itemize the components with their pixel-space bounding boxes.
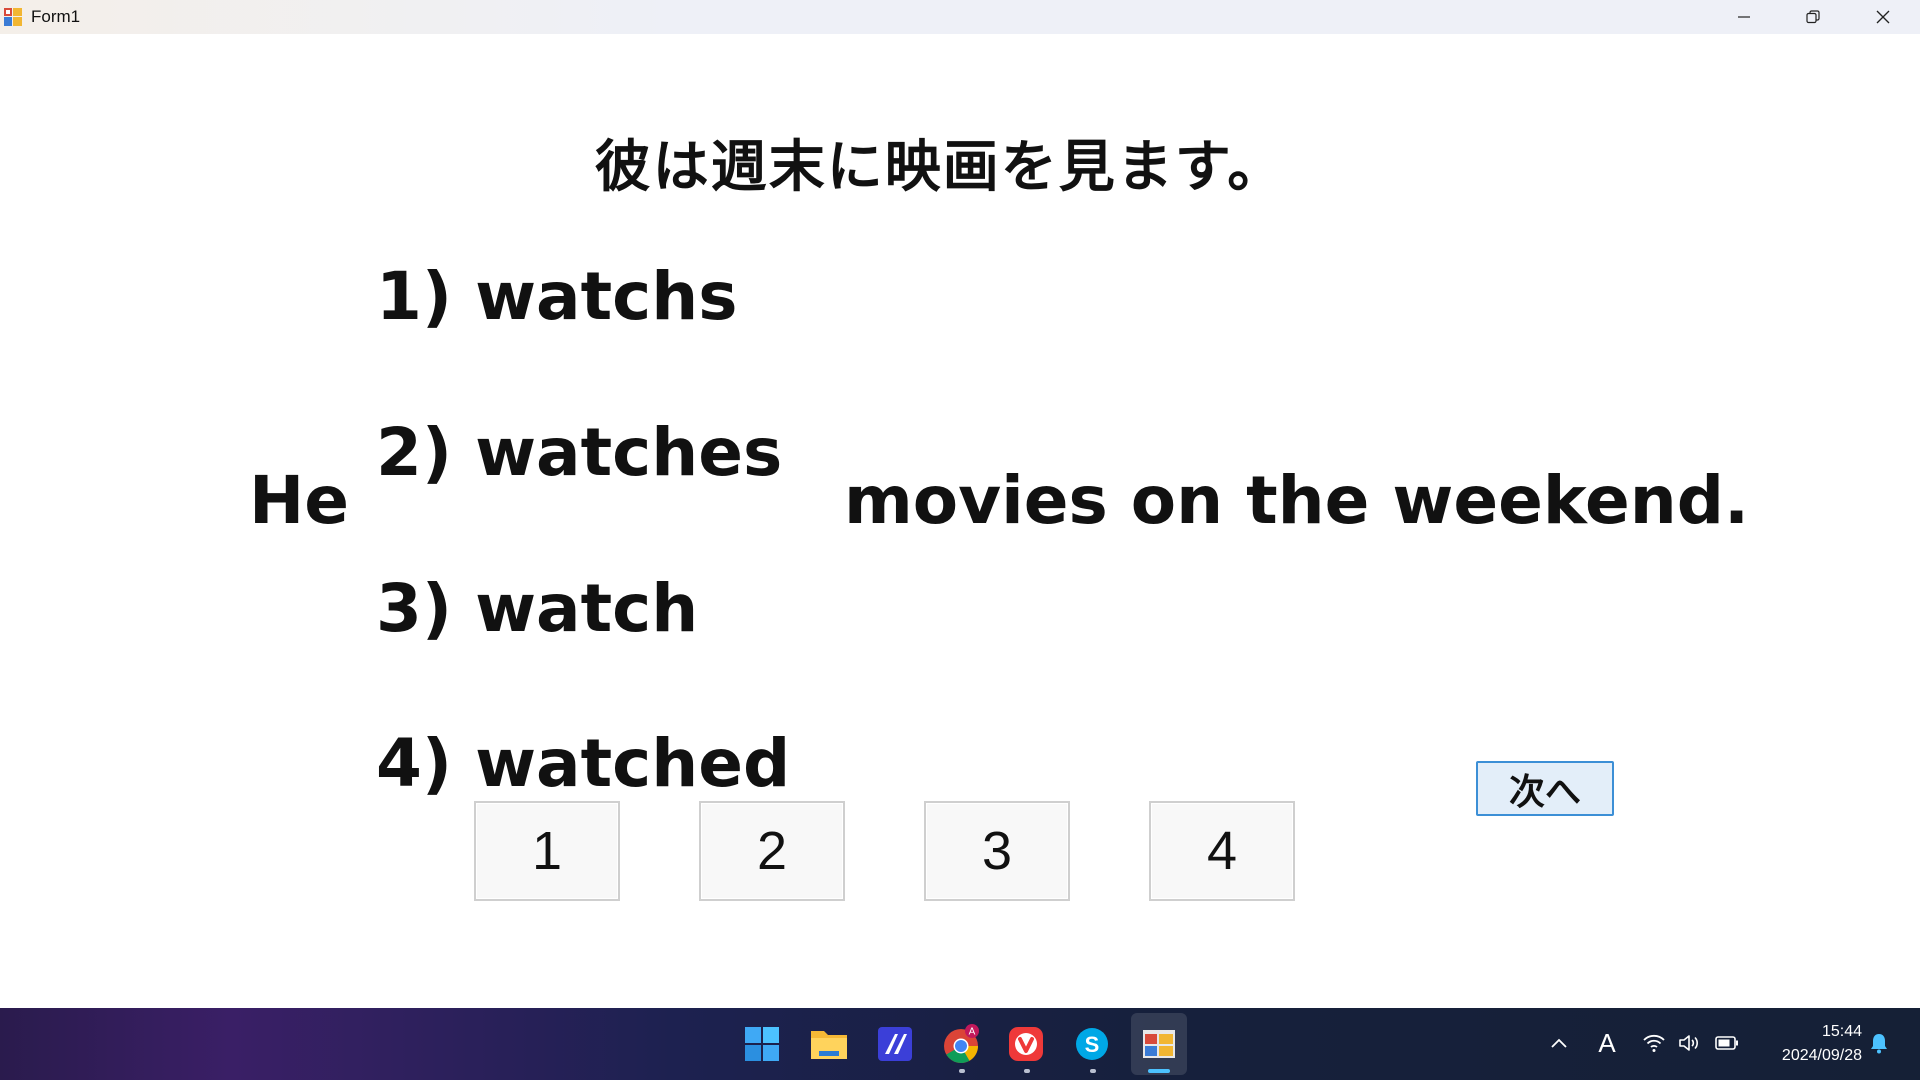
choice-1-text: watchs: [475, 258, 738, 335]
battery-icon[interactable]: [1713, 1028, 1741, 1058]
notification-bell-icon[interactable]: [1866, 1028, 1892, 1058]
choice-2-number: 2): [376, 414, 453, 491]
choice-3: 3) watch: [376, 570, 698, 647]
show-hidden-icons-chevron-icon[interactable]: [1547, 1028, 1571, 1058]
skype-icon[interactable]: S: [1070, 1022, 1114, 1066]
taskbar-clock[interactable]: 15:44 2024/09/28: [1752, 1020, 1862, 1068]
restore-icon: [1806, 10, 1820, 24]
wifi-icon[interactable]: [1640, 1028, 1668, 1058]
choice-4-number: 4): [376, 725, 453, 802]
windows-start-icon[interactable]: [740, 1022, 784, 1066]
form-app-active-indicator: [1148, 1069, 1170, 1073]
next-button[interactable]: 次へ: [1476, 761, 1614, 816]
svg-text:S: S: [1085, 1032, 1100, 1057]
minimize-icon: [1738, 16, 1750, 18]
close-icon: [1876, 10, 1890, 24]
clock-date: 2024/09/28: [1781, 1047, 1862, 1064]
answer-button-2[interactable]: 2: [699, 801, 845, 901]
volume-icon[interactable]: [1676, 1028, 1702, 1058]
title-bar: Form1: [0, 0, 1920, 34]
choice-3-number: 3): [376, 570, 453, 647]
vivaldi-running-indicator: [1024, 1069, 1030, 1073]
choice-2-text: watches: [475, 414, 783, 491]
form-app-taskbar-icon[interactable]: [1137, 1022, 1181, 1066]
clock-time: 15:44: [1821, 1023, 1862, 1040]
answer-button-3[interactable]: 3: [924, 801, 1070, 901]
answer-button-1[interactable]: 1: [474, 801, 620, 901]
file-explorer-icon[interactable]: [807, 1022, 851, 1066]
answer-button-4[interactable]: 4: [1149, 801, 1295, 901]
question-japanese: 彼は週末に映画を見ます。: [594, 135, 1286, 200]
skype-running-indicator: [1090, 1069, 1096, 1073]
form-app-icon: [4, 8, 22, 26]
ime-indicator[interactable]: A: [1594, 1028, 1620, 1058]
sentence-start: He: [249, 462, 349, 539]
choice-4: 4) watched: [376, 725, 790, 802]
editor-app-icon[interactable]: [873, 1022, 917, 1066]
chrome-running-indicator: [959, 1069, 965, 1073]
minimize-button[interactable]: [1709, 0, 1779, 34]
choice-1-number: 1): [376, 258, 453, 335]
chrome-profile-badge: A: [969, 1027, 976, 1038]
restore-button[interactable]: [1778, 0, 1848, 34]
window-title: Form1: [31, 7, 81, 26]
close-button[interactable]: [1848, 0, 1918, 34]
chrome-icon[interactable]: A: [939, 1022, 983, 1066]
choice-4-text: watched: [475, 725, 791, 802]
choice-2: 2) watches: [376, 414, 782, 491]
choice-1: 1) watchs: [376, 258, 738, 335]
choice-3-text: watch: [475, 570, 699, 647]
vivaldi-icon[interactable]: [1004, 1022, 1048, 1066]
sentence-end: movies on the weekend.: [844, 462, 1750, 539]
